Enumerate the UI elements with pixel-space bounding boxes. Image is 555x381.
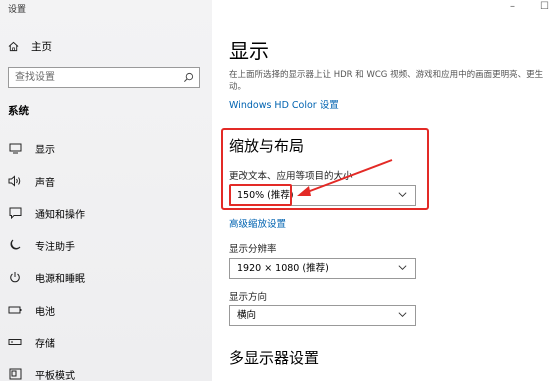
multi-display-heading: 多显示器设置 [229,349,320,367]
orientation-dropdown[interactable]: 横向 [229,305,416,326]
orientation-label: 显示方向 [229,292,268,303]
chevron-down-icon [398,265,407,270]
orientation-dropdown-value: 横向 [237,310,257,321]
sidebar: 设置 主页 查找设置 系统 显示 声音 通知和操作 专注助手 电源和睡眠 电池 … [0,0,212,381]
speaker-icon [8,174,22,188]
storage-icon [8,335,22,349]
home-icon [8,41,19,51]
monitor-icon [8,141,22,155]
sidebar-item-sound[interactable]: 声音 [8,173,55,189]
search-icon[interactable] [183,72,194,83]
annotation-value-box [229,184,292,206]
message-icon [8,206,22,220]
maximize-button[interactable]: ☐ [540,2,549,12]
resolution-label: 显示分辨率 [229,244,277,255]
sidebar-item-label: 显示 [35,144,55,156]
tablet-icon [8,367,22,381]
sidebar-item-label: 电池 [35,306,55,318]
power-icon [8,270,22,284]
sidebar-item-label: 电源和睡眠 [35,273,85,285]
sidebar-item-battery[interactable]: 电池 [8,302,55,318]
sidebar-item-focus-assist[interactable]: 专注助手 [8,237,75,253]
sidebar-item-label: 存储 [35,338,55,350]
settings-window: 设置 主页 查找设置 系统 显示 声音 通知和操作 专注助手 电源和睡眠 电池 … [0,0,555,381]
search-placeholder: 查找设置 [15,72,55,83]
hdr-description: 在上面所选择的显示器上让 HDR 和 WCG 视频、游戏和应用中的画面更明亮、更… [229,70,544,92]
sidebar-item-home[interactable]: 主页 [8,38,52,54]
sidebar-item-notifications[interactable]: 通知和操作 [8,205,85,221]
page-title: 显示 [229,39,269,63]
sidebar-item-power-sleep[interactable]: 电源和睡眠 [8,269,85,285]
sidebar-item-label: 通知和操作 [35,209,85,221]
sidebar-item-home-label: 主页 [31,40,52,53]
battery-icon [8,303,22,317]
resolution-dropdown[interactable]: 1920 × 1080 (推荐) [229,258,416,279]
sidebar-item-label: 平板模式 [35,370,75,381]
resolution-dropdown-value: 1920 × 1080 (推荐) [237,263,329,274]
sidebar-item-label: 声音 [35,177,55,189]
sidebar-item-storage[interactable]: 存储 [8,334,55,350]
hd-color-settings-link[interactable]: Windows HD Color 设置 [229,97,339,111]
search-input[interactable]: 查找设置 [8,67,200,88]
window-title: 设置 [8,5,27,15]
sidebar-item-tablet-mode[interactable]: 平板模式 [8,366,75,381]
sidebar-section-system: 系统 [8,105,29,117]
sidebar-item-display[interactable]: 显示 [8,140,55,156]
chevron-down-icon [398,312,407,317]
advanced-scaling-link[interactable]: 高级缩放设置 [229,216,286,230]
minimize-button[interactable]: – [510,2,515,12]
moon-icon [8,238,22,252]
sidebar-item-label: 专注助手 [35,241,75,253]
